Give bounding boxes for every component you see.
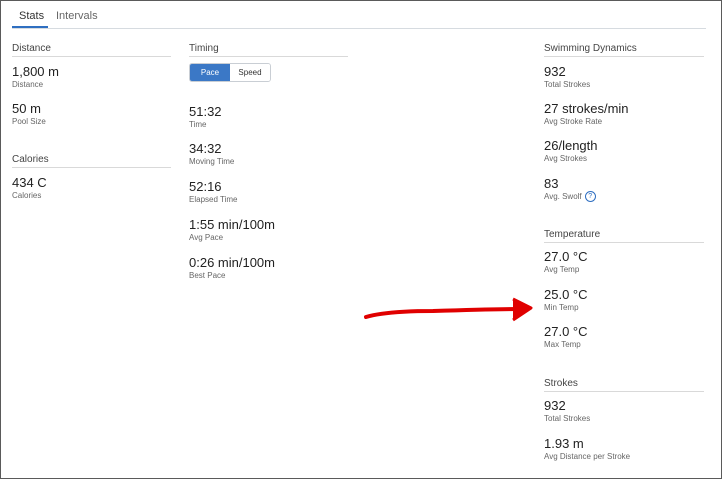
stat-label: Avg Strokes [544, 154, 587, 163]
stat-label-text: Avg. Swolf [544, 192, 582, 201]
stat-max-temp: 27.0 °C Max Temp [544, 324, 588, 351]
stat-label: Total Strokes [544, 80, 591, 89]
tab-stats[interactable]: Stats [19, 10, 44, 22]
stat-calories: 434 C Calories [12, 175, 47, 202]
stat-value: 1:55 min/100m [189, 217, 275, 232]
stat-value: 932 [544, 64, 566, 79]
section-title-strokes: Strokes [544, 378, 704, 392]
tab-bar: Stats Intervals [12, 1, 706, 29]
stat-avg-distance-per-stroke: 1.93 m Avg Distance per Stroke [544, 436, 630, 463]
stat-min-temp: 25.0 °C Min Temp [544, 287, 588, 314]
stat-label: Avg Distance per Stroke [544, 452, 631, 461]
speed-toggle-button[interactable]: Speed [230, 64, 270, 81]
stat-pool-size: 50 m Pool Size [12, 101, 46, 128]
stat-value: 27 strokes/min [544, 101, 629, 116]
stat-value: 34:32 [189, 141, 222, 156]
section-title-timing: Timing [189, 43, 348, 57]
stat-value: 932 [544, 398, 566, 413]
stat-value: 434 C [12, 175, 47, 190]
stat-elapsed-time: 52:16 Elapsed Time [189, 179, 237, 206]
red-arrow-annotation-icon [364, 297, 533, 322]
stat-label: Avg Stroke Rate [544, 117, 603, 126]
stat-value: 27.0 °C [544, 324, 588, 339]
stat-label: Max Temp [544, 340, 581, 349]
stat-value: 1,800 m [12, 64, 59, 79]
stat-value: 83 [544, 176, 559, 191]
section-title-swimming-dynamics: Swimming Dynamics [544, 43, 704, 57]
tab-intervals[interactable]: Intervals [56, 10, 98, 22]
stat-strokes-total: 932 Total Strokes [544, 398, 590, 425]
stat-label: Best Pace [189, 271, 226, 280]
stat-label: Elapsed Time [189, 195, 238, 204]
info-icon[interactable]: ? [584, 191, 596, 203]
section-title-calories: Calories [12, 154, 171, 168]
stat-value: 51:32 [189, 104, 222, 119]
stat-value: 27.0 °C [544, 249, 588, 264]
stat-label: Calories [12, 191, 42, 200]
stats-panel: Stats Intervals Distance 1,800 m Distanc… [0, 0, 722, 479]
stat-total-strokes: 932 Total Strokes [544, 64, 590, 91]
stat-value: 50 m [12, 101, 41, 116]
stat-avg-stroke-rate: 27 strokes/min Avg Stroke Rate [544, 101, 629, 128]
stat-avg-strokes: 26/length Avg Strokes [544, 138, 598, 165]
stat-avg-temp: 27.0 °C Avg Temp [544, 249, 588, 276]
stat-avg-swolf: 83 Avg. Swolf? [544, 176, 596, 203]
stat-value: 26/length [544, 138, 598, 153]
stat-avg-pace: 1:55 min/100m Avg Pace [189, 217, 275, 244]
stat-moving-time: 34:32 Moving Time [189, 141, 234, 168]
stat-label: Distance [12, 80, 44, 89]
stat-label: Min Temp [544, 303, 579, 312]
section-title-temperature: Temperature [544, 229, 704, 243]
stat-value: 0:26 min/100m [189, 255, 275, 270]
stat-time: 51:32 Time [189, 104, 222, 131]
stat-label: Avg Pace [189, 233, 224, 242]
stat-label: Moving Time [189, 157, 235, 166]
section-title-distance: Distance [12, 43, 171, 57]
stat-label: Avg Temp [544, 265, 580, 274]
stat-label: Avg. Swolf? [544, 191, 596, 203]
stat-label: Pool Size [12, 117, 46, 126]
pace-speed-toggle: Pace Speed [189, 63, 271, 82]
stat-label: Time [189, 120, 207, 129]
stat-best-pace: 0:26 min/100m Best Pace [189, 255, 275, 282]
stat-value: 52:16 [189, 179, 222, 194]
active-tab-indicator [12, 26, 48, 28]
pace-toggle-button[interactable]: Pace [190, 64, 230, 81]
stat-value: 25.0 °C [544, 287, 588, 302]
stat-label: Total Strokes [544, 414, 591, 423]
stat-value: 1.93 m [544, 436, 584, 451]
stat-distance: 1,800 m Distance [12, 64, 59, 91]
